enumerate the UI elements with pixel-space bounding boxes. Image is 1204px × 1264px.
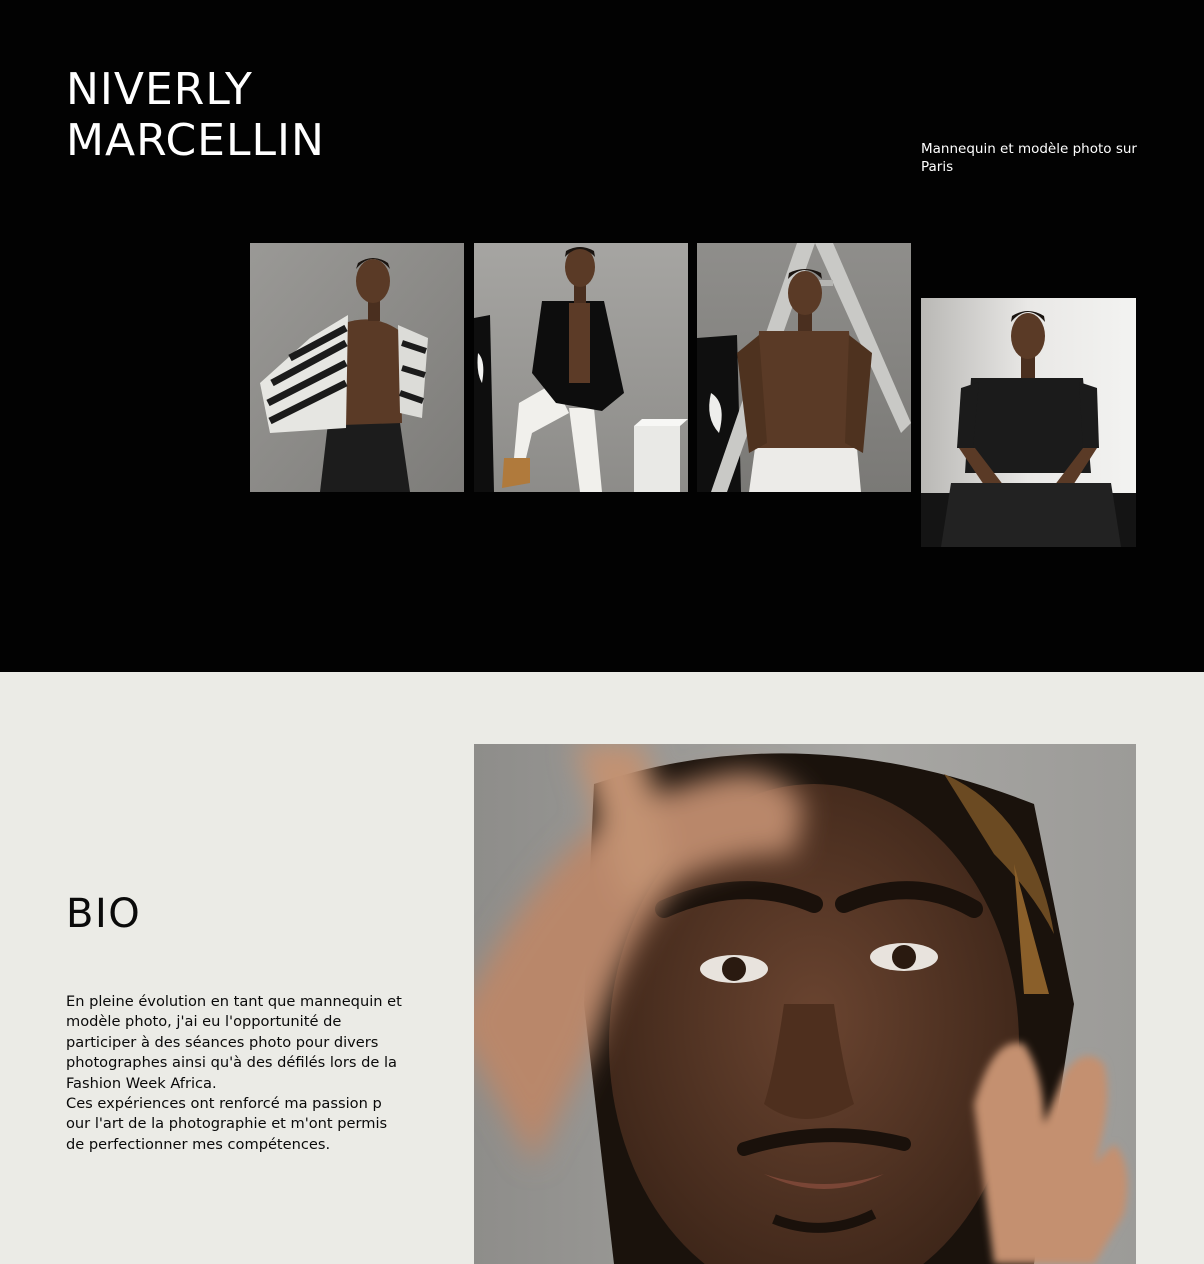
model-black-blazer-image: [474, 243, 688, 492]
hero-section: NIVERLY MARCELLIN Mannequin et modèle ph…: [0, 0, 1204, 672]
name-last: MARCELLIN: [66, 115, 325, 166]
model-closeup-portrait-image: [474, 744, 1136, 1264]
bio-section: BIO En pleine évolution en tant que mann…: [0, 672, 1204, 1264]
model-black-top-seated-image: [921, 298, 1136, 547]
bio-heading: BIO: [66, 891, 142, 937]
model-ladder-image: [697, 243, 911, 492]
name-first: NIVERLY: [66, 64, 253, 115]
portrait-photo[interactable]: [474, 744, 1136, 1264]
model-striped-shirt-image: [250, 243, 464, 492]
bio-paragraph-2: Ces expériences ont renforcé ma passion …: [66, 1095, 388, 1153]
gallery-photo-1[interactable]: [250, 243, 464, 492]
model-name: NIVERLY MARCELLIN: [66, 64, 325, 166]
bio-text: En pleine évolution en tant que mannequi…: [66, 992, 404, 1155]
gallery-photo-2[interactable]: [474, 243, 688, 492]
gallery-photo-3[interactable]: [697, 243, 911, 492]
gallery-photo-4[interactable]: [921, 298, 1136, 547]
bio-paragraph-1: En pleine évolution en tant que mannequi…: [66, 993, 402, 1092]
tagline: Mannequin et modèle photo sur Paris: [921, 141, 1137, 175]
